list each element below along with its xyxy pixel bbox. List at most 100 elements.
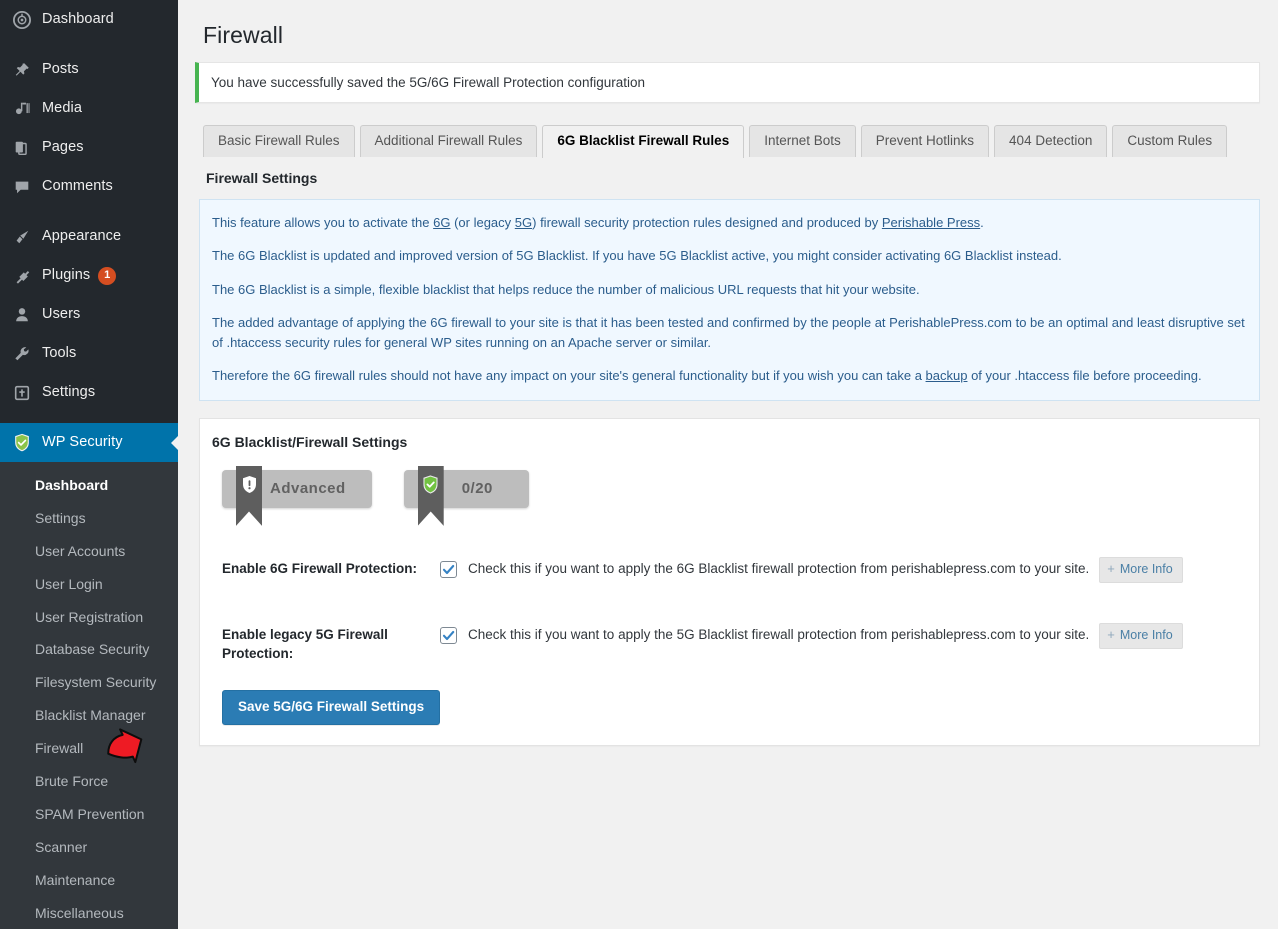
info-paragraph-5: Therefore the 6G firewall rules should n… (212, 366, 1247, 386)
plug-icon (11, 266, 33, 286)
sidebar-item-label: WP Security (42, 434, 123, 451)
shield-icon (11, 433, 33, 453)
sidebar-item-label: Pages (42, 139, 84, 156)
info-text: . (980, 214, 984, 230)
sidebar-item-label: Tools (42, 345, 77, 362)
sidebar-divider (0, 206, 178, 217)
admin-page: Dashboard Posts Media Pages Comments App… (0, 0, 1278, 929)
more-info-button-6g[interactable]: + More Info (1099, 556, 1183, 583)
ribbon-tail (417, 465, 444, 526)
plus-icon: + (1107, 626, 1115, 642)
plugins-update-badge: 1 (98, 266, 117, 285)
sidebar-item-dashboard[interactable]: Dashboard (0, 0, 178, 39)
sidebar-item-label: Media (42, 100, 82, 117)
ribbon-label: 0/20 (461, 480, 493, 498)
admin-sidebar: Dashboard Posts Media Pages Comments App… (0, 0, 178, 929)
submenu-item-user-registration[interactable]: User Registration (0, 601, 178, 634)
sidebar-item-users[interactable]: Users (0, 295, 178, 334)
plus-icon: + (1107, 560, 1115, 576)
sidebar-item-label: Users (42, 306, 81, 323)
section-heading: Firewall Settings (206, 169, 318, 186)
sidebar-item-wp-security[interactable]: WP Security (0, 423, 178, 462)
more-info-button-5g[interactable]: + More Info (1099, 622, 1183, 649)
option-body: Check this if you want to apply the 6G B… (440, 556, 1245, 583)
tab-404-detection[interactable]: 404 Detection (994, 124, 1108, 157)
submenu-item-spam-prevention[interactable]: SPAM Prevention (0, 798, 178, 831)
sidebar-item-label: Dashboard (42, 11, 114, 28)
sidebar-item-comments[interactable]: Comments (0, 167, 178, 206)
tab-6g-blacklist-firewall-rules[interactable]: 6G Blacklist Firewall Rules (542, 124, 745, 158)
sidebar-divider (0, 412, 178, 423)
ribbon-advanced: Advanced (222, 465, 372, 526)
tab-internet-bots[interactable]: Internet Bots (749, 124, 856, 157)
link-perishable-press[interactable]: Perishable Press (882, 215, 980, 230)
firewall-tab-bar: Basic Firewall Rules Additional Firewall… (203, 124, 1260, 158)
sidebar-item-pages[interactable]: Pages (0, 128, 178, 167)
enable-6g-firewall-checkbox[interactable] (440, 561, 457, 579)
link-5g[interactable]: 5G (515, 215, 532, 230)
option-description: Check this if you want to apply the 6G B… (468, 561, 1090, 577)
submenu-item-filesystem-security[interactable]: Filesystem Security (0, 666, 178, 699)
sidebar-item-label: Comments (42, 178, 113, 195)
submenu-item-user-login[interactable]: User Login (0, 568, 178, 601)
submenu-item-miscellaneous[interactable]: Miscellaneous (0, 897, 178, 929)
tab-custom-rules[interactable]: Custom Rules (1112, 124, 1228, 157)
card-title: 6G Blacklist/Firewall Settings (212, 433, 408, 450)
info-paragraph-3: The 6G Blacklist is a simple, flexible b… (212, 281, 920, 297)
link-6g[interactable]: 6G (433, 215, 450, 230)
wrench-icon (11, 344, 33, 364)
info-text: Therefore the 6G firewall rules should n… (212, 368, 926, 384)
submenu-item-brute-force[interactable]: Brute Force (0, 765, 178, 798)
tab-additional-firewall-rules[interactable]: Additional Firewall Rules (359, 124, 538, 157)
sidebar-item-appearance[interactable]: Appearance (0, 217, 178, 256)
sidebar-item-plugins[interactable]: Plugins 1 (0, 256, 178, 295)
option-description: Check this if you want to apply the 5G B… (468, 627, 1090, 643)
ribbon-score: 0/20 (403, 465, 529, 526)
tab-basic-firewall-rules[interactable]: Basic Firewall Rules (203, 124, 355, 157)
user-icon (11, 305, 33, 325)
option-body: Check this if you want to apply the 5G B… (440, 622, 1245, 649)
wp-security-submenu: Dashboard Settings User Accounts User Lo… (0, 462, 178, 929)
brush-icon (11, 227, 33, 247)
sidebar-item-posts[interactable]: Posts (0, 50, 178, 89)
info-paragraph-2: The 6G Blacklist is updated and improved… (212, 248, 1062, 264)
ribbon-badges: Advanced 0/20 (222, 465, 1245, 526)
info-text: ) firewall security protection rules des… (532, 214, 882, 230)
link-backup[interactable]: backup (926, 368, 968, 383)
submenu-item-database-security[interactable]: Database Security (0, 633, 178, 666)
info-text: This feature allows you to activate the (212, 214, 434, 230)
submenu-item-settings[interactable]: Settings (0, 502, 178, 535)
sidebar-item-tools[interactable]: Tools (0, 334, 178, 373)
option-label: Enable legacy 5G Firewall Protection: (222, 626, 388, 662)
option-row-5g: Enable legacy 5G Firewall Protection: Ch… (222, 622, 1245, 664)
pages-icon (11, 138, 33, 158)
6g-blacklist-settings-card: 6G Blacklist/Firewall Settings Advanced … (199, 417, 1260, 747)
tab-prevent-hotlinks[interactable]: Prevent Hotlinks (860, 124, 990, 157)
submenu-item-user-accounts[interactable]: User Accounts (0, 535, 178, 568)
info-text: (or legacy (450, 214, 515, 230)
sidebar-item-label: Settings (42, 384, 96, 401)
dashboard-icon (11, 10, 33, 30)
more-info-label: More Info (1119, 628, 1173, 643)
sidebar-item-label: Appearance (42, 228, 122, 245)
sidebar-divider (0, 39, 178, 50)
info-paragraph-1: This feature allows you to activate the … (212, 213, 1247, 233)
submenu-item-firewall[interactable]: Firewall (0, 732, 178, 765)
save-firewall-settings-button[interactable]: Save 5G/6G Firewall Settings (222, 690, 441, 726)
ribbon-label: Advanced (270, 480, 346, 498)
info-paragraph-4: The added advantage of applying the 6G f… (212, 315, 1245, 350)
ribbon-tail (236, 465, 262, 526)
sidebar-item-media[interactable]: Media (0, 89, 178, 128)
sidebar-item-label: Plugins (42, 267, 91, 284)
enable-5g-firewall-checkbox[interactable] (440, 627, 457, 645)
submenu-item-dashboard[interactable]: Dashboard (0, 469, 178, 502)
success-notice: You have successfully saved the 5G/6G Fi… (195, 61, 1260, 103)
page-title: Firewall (203, 22, 284, 48)
sidebar-item-label: Posts (42, 61, 79, 78)
sidebar-item-settings[interactable]: Settings (0, 373, 178, 412)
exclamation-shield-icon (241, 475, 258, 495)
submenu-item-scanner[interactable]: Scanner (0, 831, 178, 864)
submenu-item-blacklist-manager[interactable]: Blacklist Manager (0, 699, 178, 732)
comment-icon (11, 177, 33, 197)
submenu-item-maintenance[interactable]: Maintenance (0, 864, 178, 897)
